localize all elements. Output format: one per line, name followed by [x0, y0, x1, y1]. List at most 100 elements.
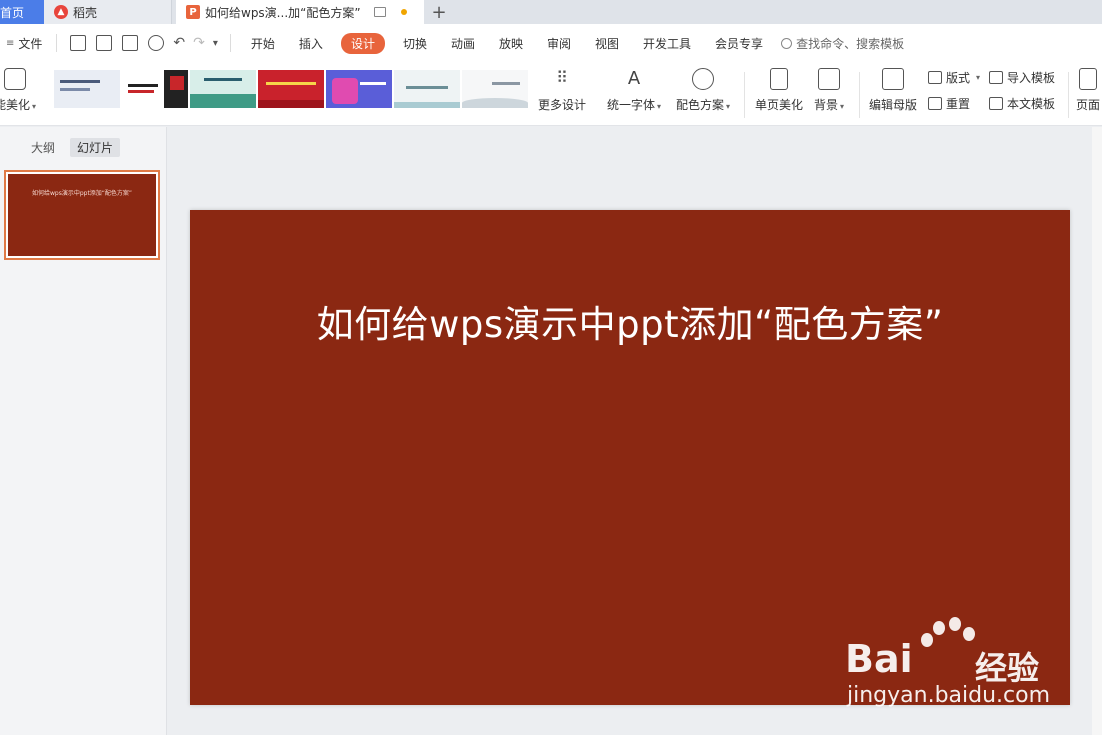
monitor-icon[interactable] — [373, 7, 386, 17]
template-thumb[interactable] — [190, 70, 256, 108]
menu-bar: ≡ 文件 ↶ ↷ ▾ 开始 插入 设计 切换 动画 放映 审阅 视图 开发工具 … — [0, 24, 1102, 62]
tab-review[interactable]: 审阅 — [535, 33, 583, 54]
chevron-down-icon: ▾ — [976, 73, 981, 82]
tab-developer[interactable]: 开发工具 — [631, 33, 703, 54]
page-setup-icon — [1079, 68, 1097, 90]
slide-navigation-panel: 大纲 幻灯片 如何给wps演示中ppt添加“配色方案” — [0, 127, 167, 735]
ppt-logo-icon: P — [186, 5, 200, 19]
layout-label: 版式 — [946, 71, 971, 85]
save-icon[interactable] — [70, 35, 87, 51]
quick-access-dropdown-icon[interactable]: ▾ — [213, 38, 218, 49]
layout-icon — [928, 71, 942, 84]
slide-thumbnail[interactable]: 如何给wps演示中ppt添加“配色方案” — [4, 170, 160, 260]
this-template-icon — [989, 97, 1003, 110]
tab-transition[interactable]: 切换 — [391, 33, 439, 54]
daoke-logo-icon: ▲ — [54, 5, 68, 19]
divider — [1068, 72, 1069, 118]
menu-lines-icon: ≡ — [6, 37, 15, 49]
page-setup-label: 页面 — [1076, 98, 1101, 112]
export-pdf-icon[interactable] — [96, 35, 113, 51]
edit-master-label: 编辑母版 — [869, 98, 918, 112]
watermark-brand: Bai — [845, 637, 913, 681]
template-thumb[interactable] — [122, 70, 188, 108]
grid-icon: ⠿ — [556, 68, 568, 87]
color-scheme-label: 配色方案 — [676, 98, 725, 112]
design-ribbon: 能美化 ▾ ⠿ 更多设计 A 统一字体 ▾ 配色方案 ▾ 单页美化 背景 ▾ 编… — [0, 62, 1102, 126]
unify-font-button[interactable]: A 统一字体 ▾ — [607, 68, 661, 113]
more-design-button[interactable]: ⠿ 更多设计 — [538, 68, 586, 113]
tab-daoke-label: 稻壳 — [73, 5, 98, 20]
watermark-url: jingyan.baidu.com — [847, 683, 1051, 708]
new-tab-button[interactable]: + — [424, 0, 454, 24]
template-thumb[interactable] — [462, 70, 528, 108]
file-menu[interactable]: ≡ 文件 — [0, 35, 48, 52]
title-tab-bar: 首页 ▲ 稻壳 P 如何给wps演...加“配色方案” + — [0, 0, 1102, 24]
page-icon — [770, 68, 788, 90]
this-template-label: 本文模板 — [1007, 97, 1056, 111]
import-template-label: 导入模板 — [1007, 71, 1056, 85]
page-setup-button[interactable]: 页面 — [1076, 68, 1100, 113]
file-menu-label: 文件 — [18, 36, 43, 51]
reset-icon — [928, 97, 942, 110]
undo-icon[interactable]: ↶ — [173, 35, 185, 51]
chevron-down-icon: ▾ — [32, 102, 37, 111]
background-button[interactable]: 背景 ▾ — [814, 68, 844, 113]
tab-start[interactable]: 开始 — [239, 33, 287, 54]
tab-animation[interactable]: 动画 — [439, 33, 487, 54]
divider — [56, 34, 58, 52]
smart-beautify-button[interactable]: 能美化 ▾ — [0, 68, 36, 113]
template-thumb[interactable] — [326, 70, 392, 108]
master-slide-icon — [882, 68, 904, 90]
template-gallery — [54, 70, 528, 108]
reset-label: 重置 — [946, 97, 971, 111]
page-beautify-button[interactable]: 单页美化 — [755, 68, 803, 113]
search-icon — [781, 37, 793, 49]
unsaved-dot-icon — [400, 9, 407, 15]
layout-button[interactable]: 版式 ▾ — [928, 69, 980, 86]
edit-master-button[interactable]: 编辑母版 — [869, 68, 917, 113]
tab-insert[interactable]: 插入 — [287, 33, 335, 54]
vertical-scrollbar[interactable] — [1092, 127, 1102, 735]
paw-logo-icon — [919, 615, 979, 665]
template-thumb[interactable] — [394, 70, 460, 108]
cube-icon — [4, 68, 27, 90]
slide-title[interactable]: 如何给wps演示中ppt添加“配色方案” — [190, 294, 1070, 348]
command-search[interactable]: 查找命令、搜索模板 — [781, 35, 904, 52]
tab-view[interactable]: 视图 — [583, 33, 631, 54]
print-icon[interactable] — [122, 35, 139, 51]
tab-home-label: 首页 — [0, 5, 25, 20]
page-beautify-label: 单页美化 — [755, 98, 804, 112]
template-thumb[interactable] — [258, 70, 324, 108]
template-thumb[interactable] — [54, 70, 120, 108]
tab-design[interactable]: 设计 — [340, 32, 385, 54]
tab-document[interactable]: P 如何给wps演...加“配色方案” — [176, 0, 424, 24]
divider — [744, 72, 745, 118]
tab-home[interactable]: 首页 — [0, 0, 44, 24]
chevron-down-icon: ▾ — [840, 102, 845, 111]
color-scheme-button[interactable]: 配色方案 ▾ — [676, 68, 730, 113]
slide-thumbnail-title: 如何给wps演示中ppt添加“配色方案” — [31, 190, 133, 197]
baidu-jingyan-watermark: Bai 经验 jingyan.baidu.com — [845, 615, 1050, 715]
chevron-down-icon: ▾ — [726, 102, 731, 111]
tab-slides[interactable]: 幻灯片 — [70, 138, 121, 157]
background-hatch-icon — [818, 68, 841, 90]
print-preview-icon[interactable] — [148, 35, 165, 51]
background-label: 背景 — [814, 98, 839, 112]
import-template-button[interactable]: 导入模板 — [989, 69, 1055, 86]
tab-member[interactable]: 会员专享 — [703, 33, 775, 54]
palette-icon — [692, 68, 715, 90]
panel-tabs: 大纲 幻灯片 — [24, 138, 121, 157]
import-template-icon — [989, 71, 1003, 84]
slide-thumbnail-canvas: 如何给wps演示中ppt添加“配色方案” — [8, 174, 156, 256]
chevron-down-icon: ▾ — [657, 102, 662, 111]
font-icon: A — [627, 68, 641, 89]
smart-beautify-label: 能美化 — [0, 98, 31, 112]
tab-outline[interactable]: 大纲 — [24, 138, 62, 157]
more-design-label: 更多设计 — [538, 98, 587, 112]
tab-daoke[interactable]: ▲ 稻壳 — [44, 0, 172, 24]
this-template-button[interactable]: 本文模板 — [989, 95, 1055, 112]
search-placeholder: 查找命令、搜索模板 — [796, 36, 905, 51]
redo-icon[interactable]: ↷ — [193, 35, 205, 51]
tab-slideshow[interactable]: 放映 — [487, 33, 535, 54]
reset-button[interactable]: 重置 — [928, 95, 970, 112]
